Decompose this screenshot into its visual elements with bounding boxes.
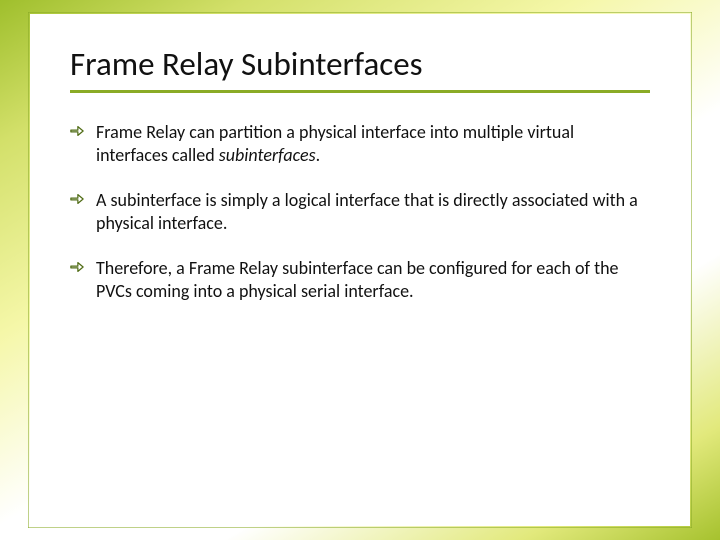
- bullet-post: .: [316, 144, 321, 166]
- arrow-bullet-icon: [70, 124, 86, 140]
- bullet-list: Frame Relay can partition a physical int…: [70, 121, 650, 303]
- list-item: Frame Relay can partition a physical int…: [70, 121, 650, 167]
- slide-title: Frame Relay Subinterfaces: [70, 44, 650, 84]
- frame-line-left: [28, 12, 29, 528]
- bullet-pre: Therefore, a Frame Relay subinterface ca…: [96, 257, 619, 302]
- list-item: Therefore, a Frame Relay subinterface ca…: [70, 257, 650, 303]
- slide: Frame Relay Subinterfaces Frame Relay ca…: [0, 0, 720, 540]
- title-underline: [70, 90, 650, 93]
- bullet-em: subinterfaces: [219, 144, 316, 166]
- arrow-bullet-icon: [70, 192, 86, 208]
- bullet-pre: Frame Relay can partition a physical int…: [96, 121, 574, 166]
- bullet-text: Therefore, a Frame Relay subinterface ca…: [96, 257, 619, 302]
- bullet-text: A subinterface is simply a logical inter…: [96, 189, 638, 234]
- arrow-bullet-icon: [70, 260, 86, 276]
- frame-line-right: [691, 12, 692, 528]
- bullet-text: Frame Relay can partition a physical int…: [96, 121, 574, 166]
- content-area: Frame Relay Subinterfaces Frame Relay ca…: [70, 44, 650, 500]
- frame-line-top: [28, 12, 692, 13]
- list-item: A subinterface is simply a logical inter…: [70, 189, 650, 235]
- frame-line-bottom: [28, 527, 692, 528]
- bullet-pre: A subinterface is simply a logical inter…: [96, 189, 638, 234]
